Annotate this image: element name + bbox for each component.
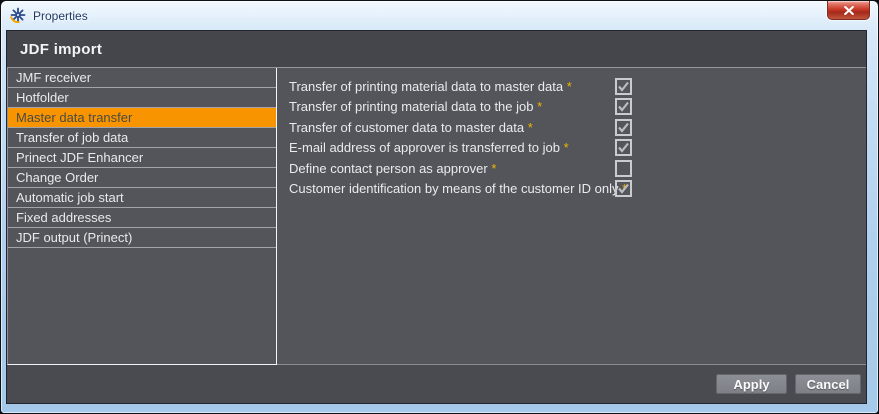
checkbox-customer-identification-by-means-of-the-customer-id-only[interactable]: [615, 180, 632, 197]
sidebar-item-jdf-output-prinect[interactable]: JDF output (Prinect): [8, 228, 276, 248]
sidebar-item-jmf-receiver[interactable]: JMF receiver: [8, 68, 276, 88]
option-row: Define contact person as approver *: [277, 158, 866, 179]
sidebar-nav: JMF receiverHotfolderMaster data transfe…: [7, 68, 277, 365]
option-label: E-mail address of approver is transferre…: [289, 140, 615, 155]
page-title: JDF import: [20, 41, 102, 58]
main-area: JMF receiverHotfolderMaster data transfe…: [7, 68, 866, 365]
option-row: E-mail address of approver is transferre…: [277, 138, 866, 159]
properties-dialog: Properties JDF import JMF receiverHotfol…: [0, 0, 879, 414]
checkmark-icon: [617, 182, 630, 195]
options-panel: Transfer of printing material data to ma…: [277, 68, 866, 365]
checkmark-icon: [617, 141, 630, 154]
option-label: Transfer of customer data to master data…: [289, 120, 615, 135]
close-button[interactable]: [827, 1, 870, 20]
prinect-gear-icon: [10, 7, 26, 23]
checkbox-transfer-of-customer-data-to-master-data[interactable]: [615, 119, 632, 136]
sidebar-item-change-order[interactable]: Change Order: [8, 168, 276, 188]
option-label: Customer identification by means of the …: [289, 181, 615, 196]
option-row: Transfer of printing material data to ma…: [277, 76, 866, 97]
close-icon: [844, 6, 854, 15]
option-row: Transfer of printing material data to th…: [277, 97, 866, 118]
checkbox-define-contact-person-as-approver[interactable]: [615, 160, 632, 177]
option-label: Define contact person as approver *: [289, 161, 615, 176]
option-label: Transfer of printing material data to ma…: [289, 79, 615, 94]
required-asterisk: *: [564, 140, 569, 155]
required-asterisk: *: [528, 120, 533, 135]
sidebar-item-hotfolder[interactable]: Hotfolder: [8, 88, 276, 108]
dialog-body: JDF import JMF receiverHotfolderMaster d…: [6, 30, 867, 404]
checkbox-e-mail-address-of-approver-is-transferred-to-job[interactable]: [615, 139, 632, 156]
option-row: Transfer of customer data to master data…: [277, 117, 866, 138]
sidebar-item-transfer-of-job-data[interactable]: Transfer of job data: [8, 128, 276, 148]
checkmark-icon: [617, 121, 630, 134]
sidebar-item-master-data-transfer[interactable]: Master data transfer: [8, 108, 276, 128]
apply-button[interactable]: Apply: [716, 374, 787, 394]
sidebar-item-automatic-job-start[interactable]: Automatic job start: [8, 188, 276, 208]
sidebar-item-prinect-jdf-enhancer[interactable]: Prinect JDF Enhancer: [8, 148, 276, 168]
page-header: JDF import: [7, 31, 866, 68]
title-bar[interactable]: Properties: [1, 1, 878, 30]
required-asterisk: *: [491, 161, 496, 176]
checkbox-transfer-of-printing-material-data-to-the-job[interactable]: [615, 98, 632, 115]
option-row: Customer identification by means of the …: [277, 179, 866, 200]
window-title: Properties: [33, 9, 88, 23]
option-label: Transfer of printing material data to th…: [289, 99, 615, 114]
required-asterisk: *: [537, 99, 542, 114]
sidebar-item-fixed-addresses[interactable]: Fixed addresses: [8, 208, 276, 228]
checkmark-icon: [617, 100, 630, 113]
cancel-button[interactable]: Cancel: [795, 374, 861, 394]
checkmark-icon: [617, 80, 630, 93]
required-asterisk: *: [567, 79, 572, 94]
footer-bar: Apply Cancel: [7, 365, 866, 403]
checkbox-transfer-of-printing-material-data-to-master-data[interactable]: [615, 78, 632, 95]
